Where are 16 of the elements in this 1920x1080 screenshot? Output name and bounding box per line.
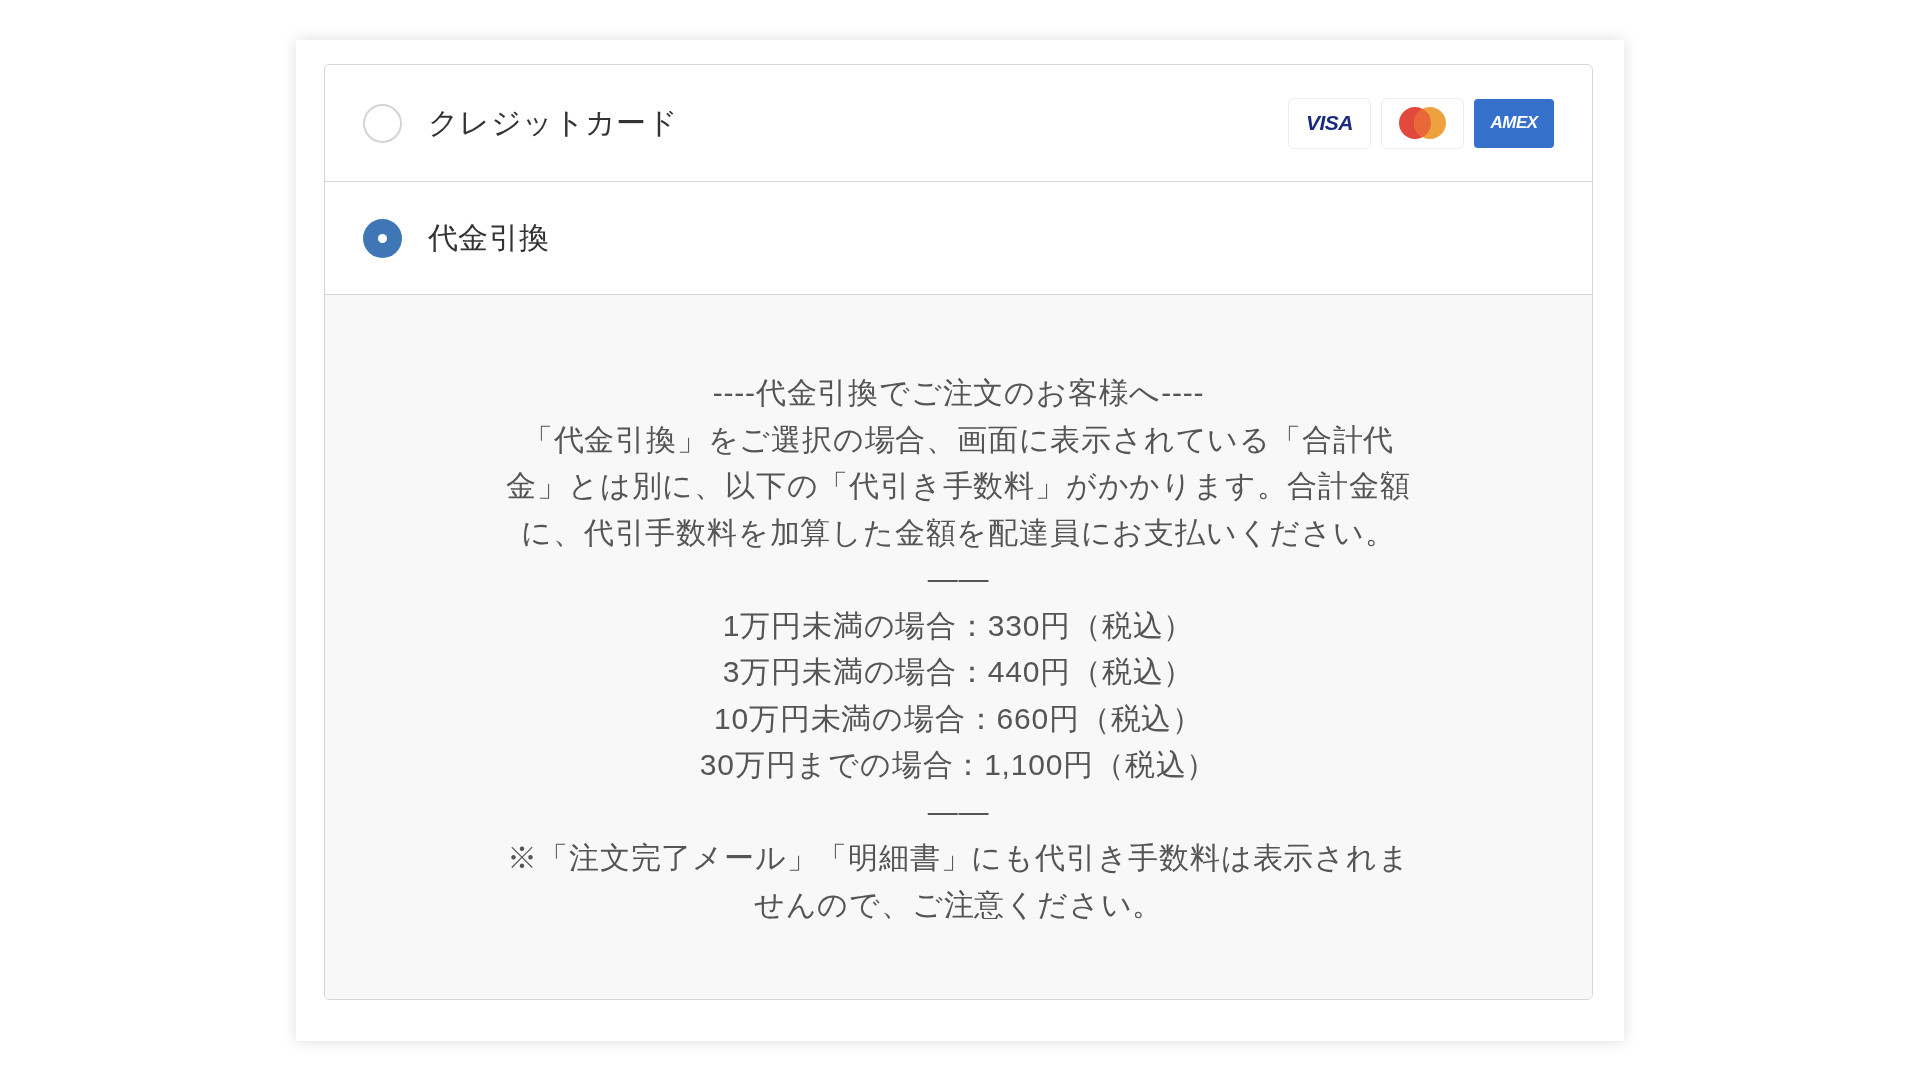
notice-text: 「代金引換」をご選択の場合、画面に表示されている「合計代金」とは別に、以下の「代引き手数料」がかかります。合計金額に、代引手数料を加算した金額を配達員にお支払いください。 xyxy=(506,421,1411,551)
notice-text: ----代金引換でご注文のお客様へ---- xyxy=(712,375,1205,411)
radio-button[interactable] xyxy=(363,218,402,258)
notice-text: —— xyxy=(927,561,990,597)
payment-method-label[interactable]: クレジットカード xyxy=(428,108,679,138)
visa-logo: VISA xyxy=(1288,97,1371,149)
notice-text: 30万円までの場合：1,100円（税込） xyxy=(699,747,1218,783)
notice-text: 3万円未満の場合：440円（税込） xyxy=(722,654,1195,690)
notice-text: 10万円未満の場合：660円（税込） xyxy=(714,700,1203,737)
payment-method-label[interactable]: 代金引換 xyxy=(428,223,550,253)
radio-button[interactable] xyxy=(363,103,402,143)
overlapping-circles-icon xyxy=(1381,97,1464,149)
notice-text: 1万円未満の場合：330円（税込） xyxy=(722,607,1195,644)
notice-text: ※「注文完了メール」「明細書」にも代引き手数料は表示されませんので、ご注意ください。 xyxy=(506,840,1411,923)
notice-text: —— xyxy=(927,793,990,830)
amex-logo: AMEX xyxy=(1474,98,1554,148)
